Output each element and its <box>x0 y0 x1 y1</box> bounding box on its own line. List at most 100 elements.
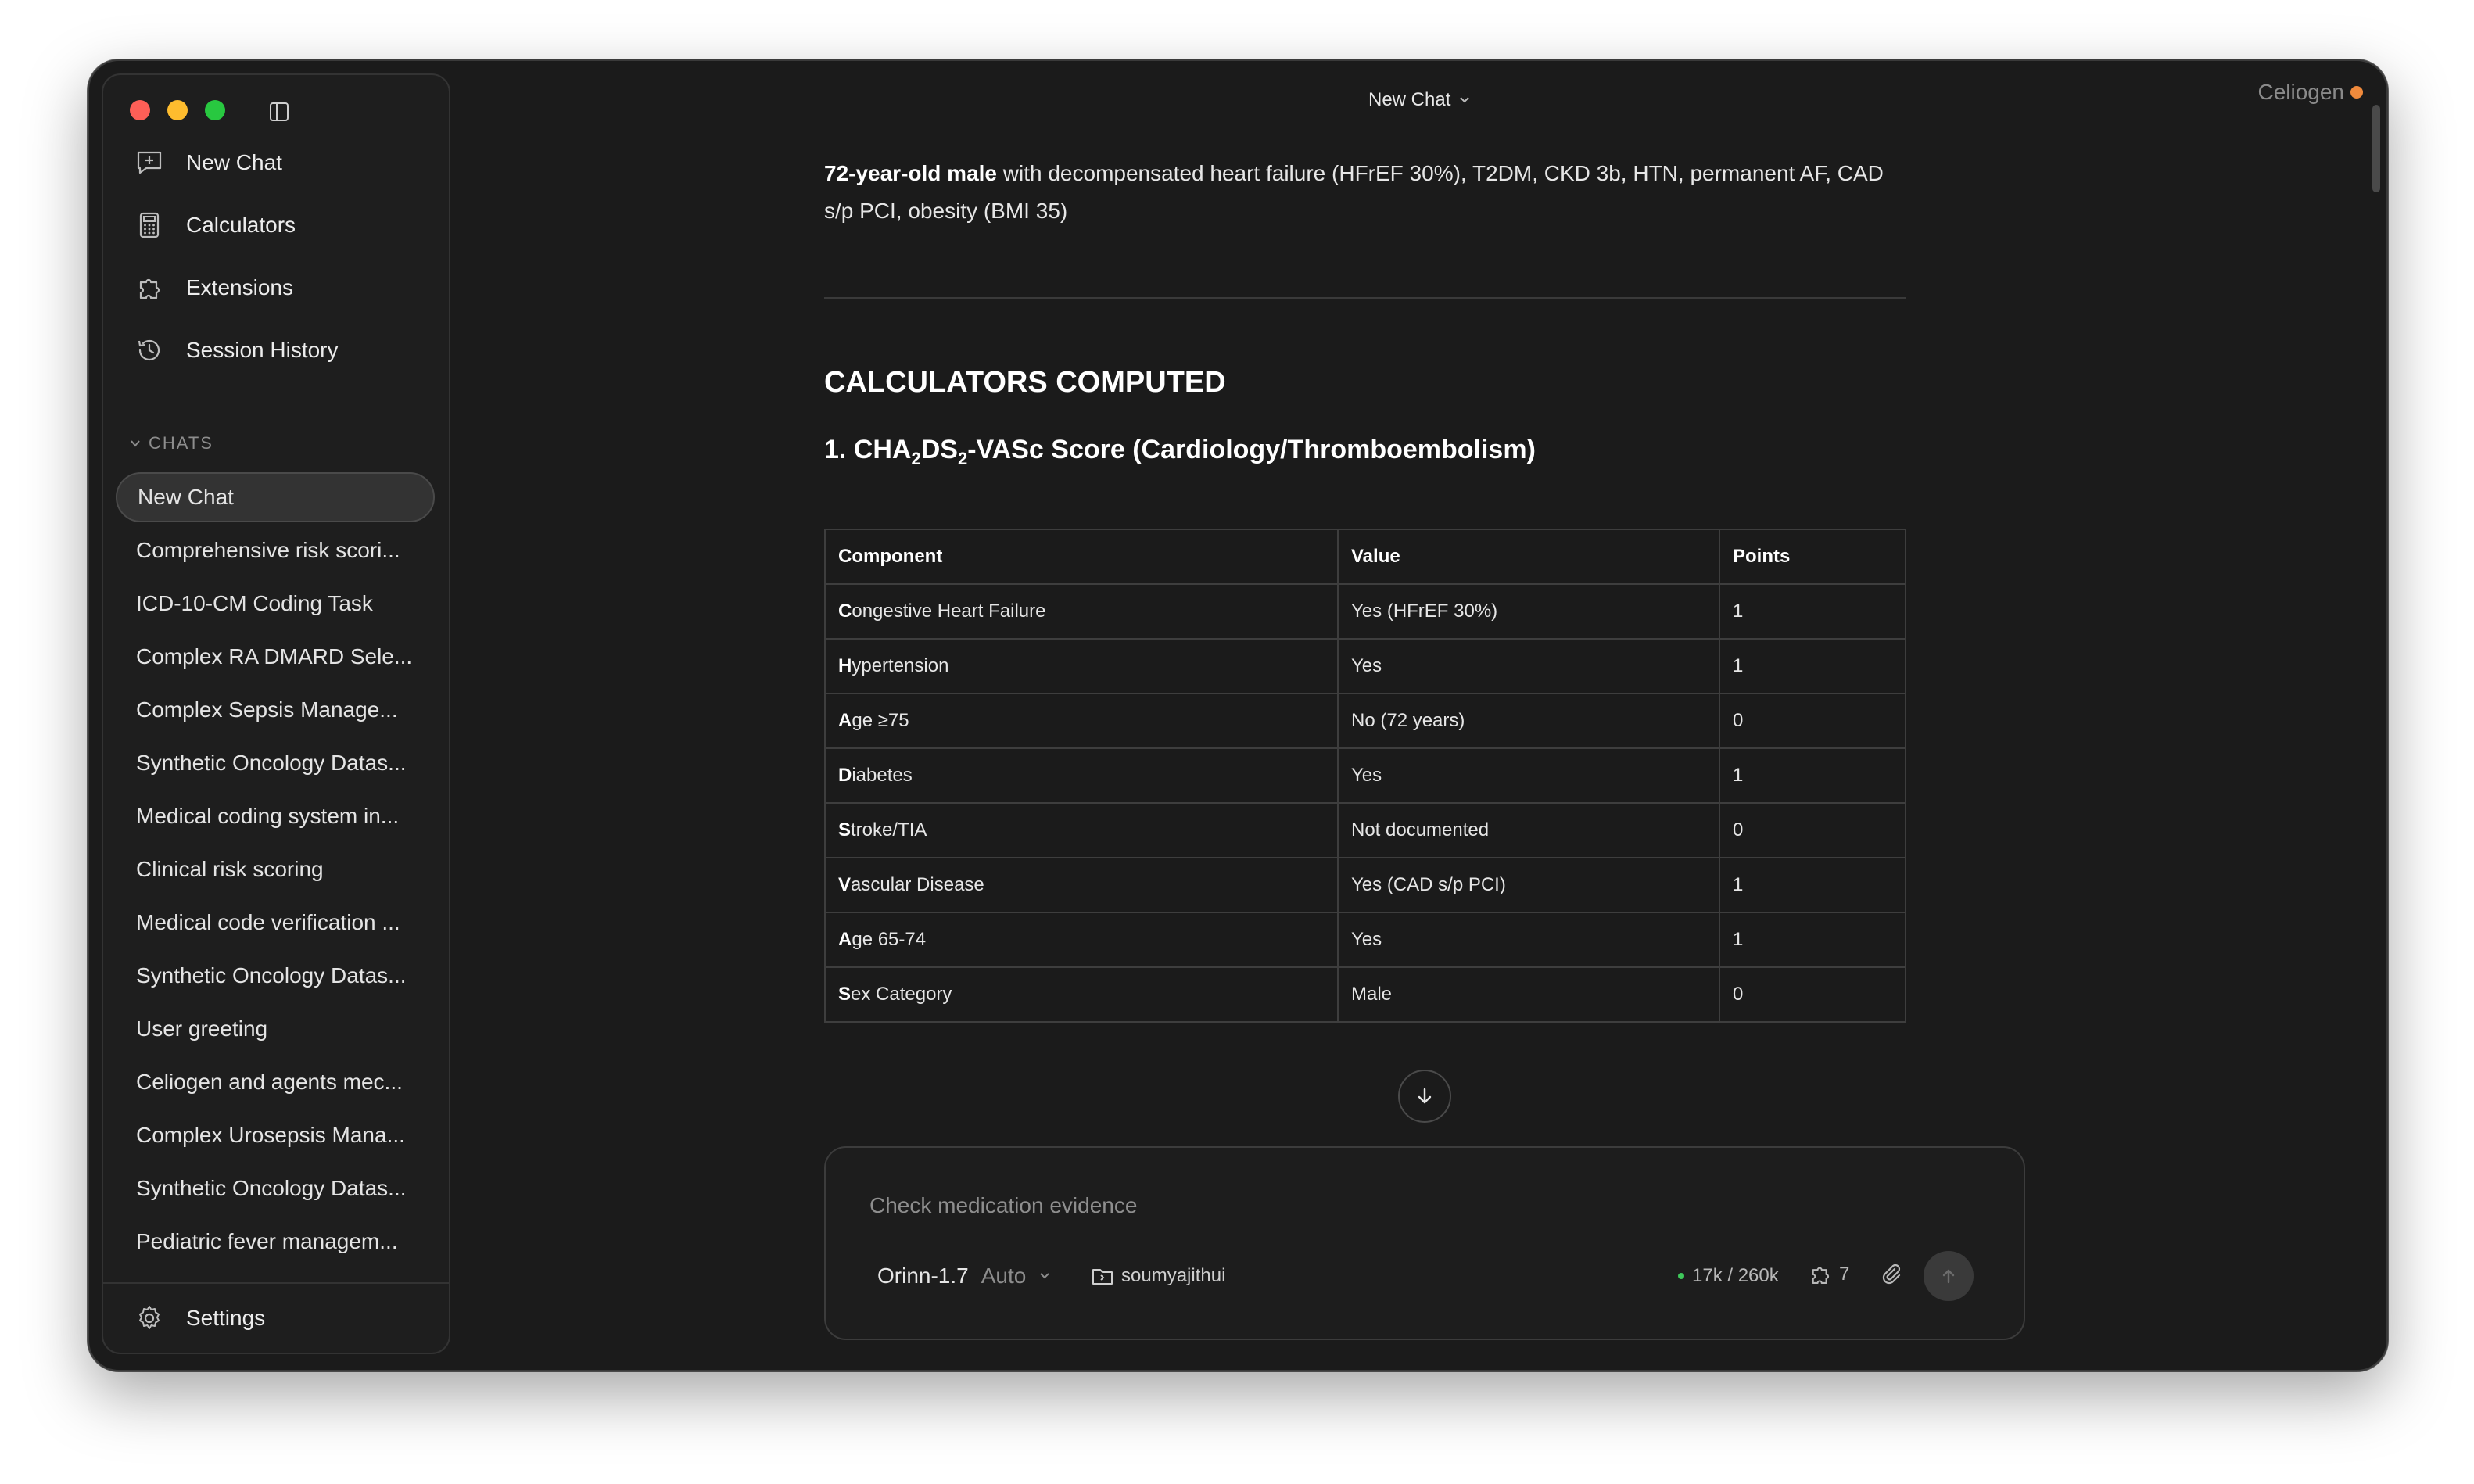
component-cell: Stroke/TIA <box>824 802 1339 858</box>
component-cell: Congestive Heart Failure <box>824 583 1339 640</box>
points-cell: 1 <box>1719 857 1906 913</box>
chat-item[interactable]: Celiogen and agents mec... <box>116 1057 435 1107</box>
sidebar-item-extensions[interactable]: Extensions <box>134 264 293 311</box>
sidebar-item-label: Calculators <box>186 213 296 237</box>
brand-name: Celiogen <box>2257 80 2344 104</box>
component-rest: ge ≥75 <box>852 710 909 731</box>
chat-item[interactable]: Complex RA DMARD Sele... <box>116 632 435 682</box>
scrollbar-thumb[interactable] <box>2372 105 2380 192</box>
points-cell: 1 <box>1719 912 1906 968</box>
sidebar-item-label: Extensions <box>186 275 293 299</box>
folder-name: soumyajithui <box>1121 1265 1226 1286</box>
chats-header-label: CHATS <box>149 433 213 453</box>
chat-item[interactable]: Synthetic Oncology Datas... <box>116 1163 435 1213</box>
table-row: Diabetes Yes 1 <box>824 747 1906 804</box>
paperclip-icon[interactable] <box>1878 1262 1903 1287</box>
sidebar-item-session-history[interactable]: Session History <box>134 327 339 374</box>
new-chat-icon <box>137 151 162 174</box>
chat-item[interactable]: Pediatric fever managem... <box>116 1217 435 1267</box>
points-cell: 1 <box>1719 638 1906 694</box>
component-rest: ypertension <box>852 655 949 676</box>
heading-part: -VASc Score (Cardiology/Thromboembolism) <box>967 435 1536 464</box>
chat-item[interactable]: ICD-10-CM Coding Task <box>116 579 435 629</box>
value-cell: Male <box>1337 966 1720 1023</box>
scroll-to-bottom-button[interactable] <box>1398 1070 1451 1123</box>
heading-subscript: 2 <box>957 448 968 468</box>
value-cell: Yes (CAD s/p PCI) <box>1337 857 1720 913</box>
sidebar-toggle-icon[interactable] <box>269 102 289 122</box>
value-cell: Yes <box>1337 638 1720 694</box>
points-cell: 1 <box>1719 747 1906 804</box>
settings-label: Settings <box>186 1306 266 1330</box>
history-icon <box>138 339 160 360</box>
value-cell: Yes <box>1337 912 1720 968</box>
message-input[interactable]: Check medication evidence <box>869 1193 1137 1218</box>
settings-button[interactable]: Settings <box>134 1295 265 1342</box>
component-initial: V <box>838 874 852 895</box>
component-initial: S <box>838 984 852 1005</box>
sidebar-item-new-chat[interactable]: New Chat <box>134 139 282 186</box>
chat-item[interactable]: User greeting <box>116 1004 435 1054</box>
chat-item[interactable]: Complex Urosepsis Mana... <box>116 1110 435 1160</box>
chat-item[interactable]: Medical code verification ... <box>116 898 435 948</box>
component-rest: iabetes <box>852 765 913 786</box>
token-count: 17k / 260k <box>1692 1265 1779 1286</box>
patient-summary: 72-year-old male with decompensated hear… <box>824 155 1903 230</box>
token-usage: 17k / 260k <box>1678 1265 1779 1287</box>
sidebar-divider <box>103 1282 449 1284</box>
sidebar-item-label: New Chat <box>186 150 282 174</box>
sidebar-item-calculators[interactable]: Calculators <box>134 202 296 249</box>
table-row: Congestive Heart Failure Yes (HFrEF 30%)… <box>824 583 1906 640</box>
table-row: Sex Category Male 0 <box>824 966 1906 1023</box>
component-initial: A <box>838 710 852 731</box>
chat-item[interactable]: Clinical risk scoring <box>116 844 435 894</box>
table-row: Hypertension Yes 1 <box>824 638 1906 694</box>
extensions-count: 7 <box>1839 1264 1850 1285</box>
folder-icon <box>1092 1269 1113 1285</box>
points-cell: 1 <box>1719 583 1906 640</box>
patient-summary-bold: 72-year-old male <box>824 161 997 185</box>
extensions-button[interactable]: 7 <box>1808 1262 1849 1287</box>
chat-item[interactable]: Synthetic Oncology Datas... <box>116 738 435 788</box>
model-selector[interactable]: Orinn-1.7 Auto <box>877 1264 1051 1289</box>
component-initial: D <box>838 765 852 786</box>
puzzle-icon <box>139 278 160 299</box>
sidebar-item-label: Session History <box>186 338 339 362</box>
table-header-row: Component Value Points <box>824 529 1906 585</box>
divider <box>824 297 1906 299</box>
send-button[interactable] <box>1924 1251 1974 1301</box>
chat-title-dropdown[interactable]: New Chat <box>1368 89 1471 111</box>
component-rest: troke/TIA <box>851 819 927 841</box>
component-rest: ongestive Heart Failure <box>852 600 1046 622</box>
minimize-window-button[interactable] <box>167 100 188 120</box>
component-cell: Diabetes <box>824 747 1339 804</box>
table-header: Points <box>1719 529 1906 585</box>
chat-item[interactable]: Comprehensive risk scori... <box>116 525 435 575</box>
table-header: Component <box>824 529 1339 585</box>
heading-subscript: 2 <box>911 448 921 468</box>
chat-item[interactable]: Medical coding system in... <box>116 791 435 841</box>
workspace-folder-button[interactable]: soumyajithui <box>1092 1265 1225 1287</box>
table-row: Stroke/TIA Not documented 0 <box>824 802 1906 858</box>
points-cell: 0 <box>1719 693 1906 749</box>
component-initial: H <box>838 655 852 676</box>
chats-section-header[interactable]: CHATS <box>130 433 213 453</box>
component-cell: Age 65-74 <box>824 912 1339 968</box>
close-window-button[interactable] <box>130 100 150 120</box>
component-initial: S <box>838 819 852 841</box>
points-cell: 0 <box>1719 966 1906 1023</box>
chevron-down-icon <box>1040 1273 1050 1279</box>
chat-item-active[interactable]: New Chat <box>116 472 435 522</box>
chat-item[interactable]: Complex Sepsis Manage... <box>116 685 435 735</box>
zoom-window-button[interactable] <box>205 100 225 120</box>
arrow-down-icon <box>1418 1088 1432 1104</box>
calculator-icon <box>139 212 160 238</box>
chat-item[interactable]: Synthetic Oncology Datas... <box>116 951 435 1001</box>
heading-part: DS <box>920 435 958 464</box>
heading-part: 1. CHA <box>824 435 912 464</box>
points-cell: 0 <box>1719 802 1906 858</box>
component-initial: C <box>838 600 852 622</box>
sidebar: New Chat Calculators Extensions Session … <box>102 73 450 1354</box>
app-window: New Chat Calculators Extensions Session … <box>88 59 2388 1371</box>
table-header: Value <box>1337 529 1720 585</box>
